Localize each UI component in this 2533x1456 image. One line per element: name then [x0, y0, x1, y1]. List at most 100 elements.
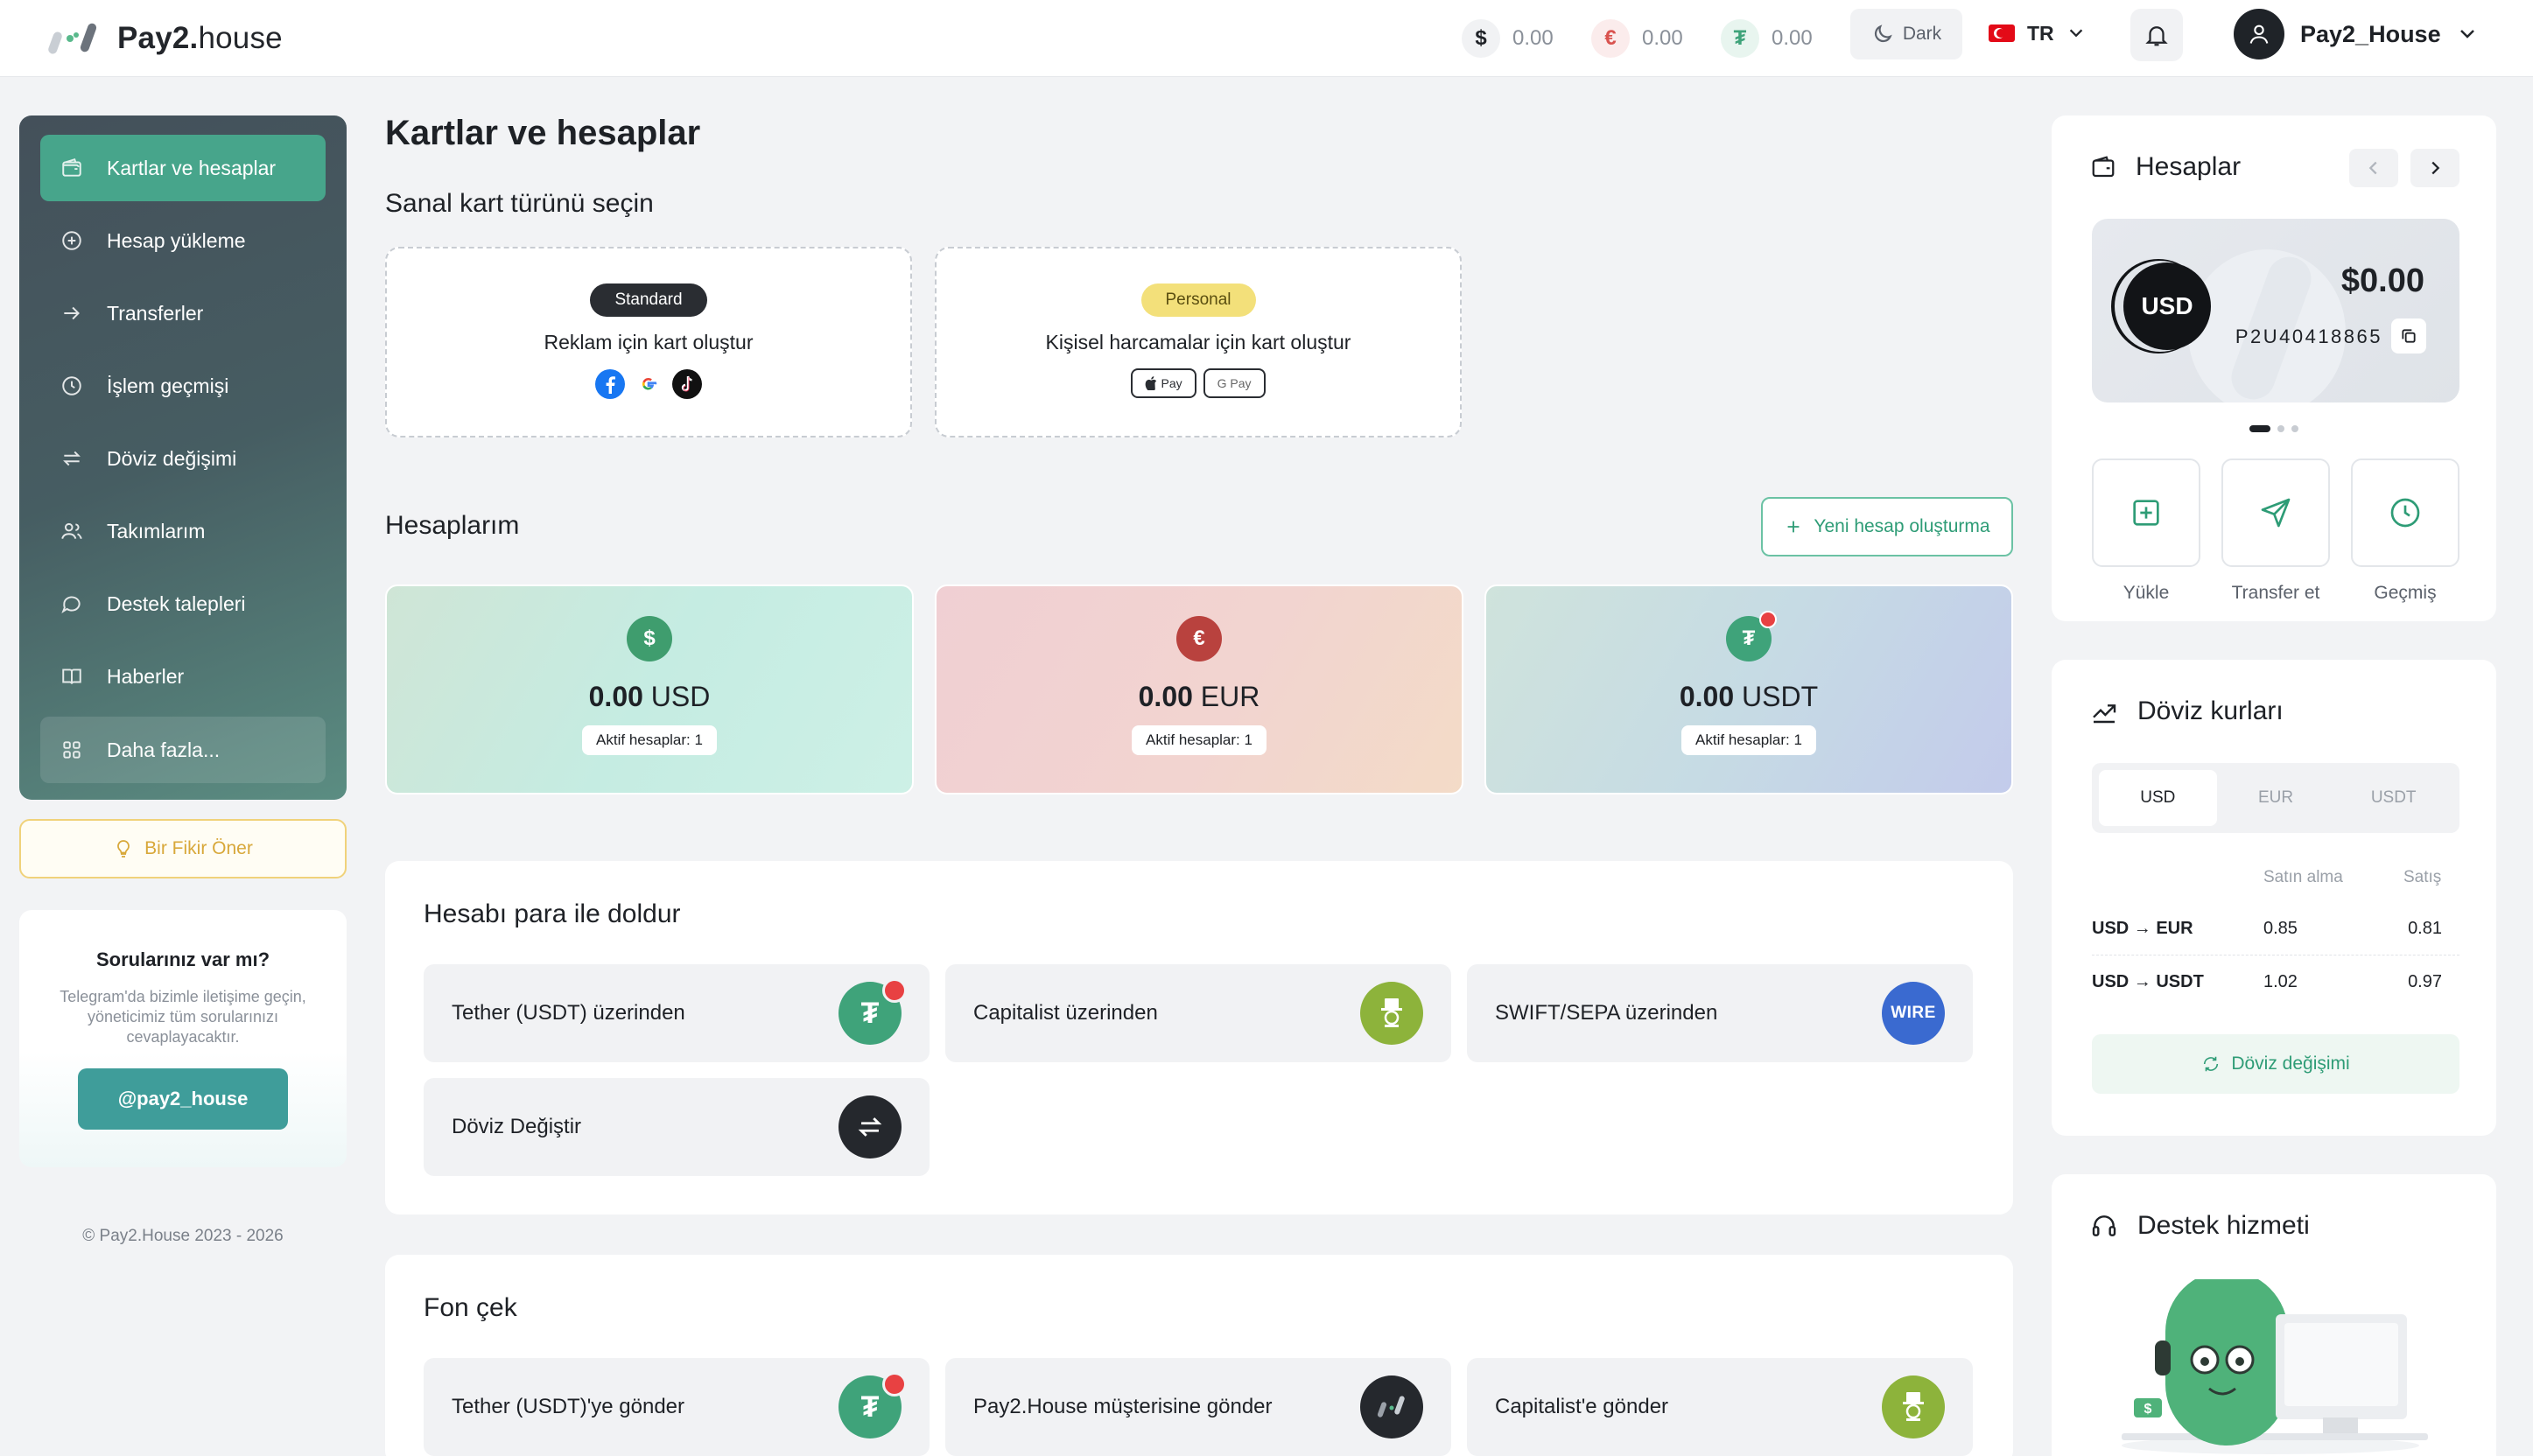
apple-pay-label: Pay — [1161, 376, 1182, 390]
sidebar-item-label: Hesap yükleme — [107, 228, 246, 252]
currency-tabs: USD EUR USDT — [2092, 763, 2459, 833]
bell-icon — [2145, 26, 2168, 46]
tether-icon: ₮ — [1721, 19, 1759, 58]
tether-icon: ₮ — [838, 1372, 907, 1438]
accounts-widget-title: Hesaplar — [2090, 152, 2241, 182]
capitalist-icon — [1882, 1376, 1945, 1438]
carousel-dot[interactable] — [2277, 425, 2284, 432]
standard-card-option[interactable]: Standard Reklam için kart oluştur — [385, 247, 912, 438]
pay2house-logo-icon — [1360, 1376, 1423, 1438]
sidebar-item-label: Destek talepleri — [107, 592, 246, 615]
capitalist-icon — [1360, 982, 1423, 1045]
help-card: Sorularınız var mı? Telegram'da bizimle … — [19, 910, 347, 1167]
transfer-action-label: Transfer et — [2231, 583, 2320, 603]
withdraw-capitalist-option[interactable]: Capitalist'e gönder — [1467, 1358, 1973, 1456]
sidebar-item-teams[interactable]: Takımlarım — [40, 498, 326, 564]
sidebar-item-more[interactable]: Daha fazla... — [40, 717, 326, 783]
google-icon — [634, 369, 663, 399]
sidebar-item-news[interactable]: Haberler — [40, 643, 326, 710]
ad-platform-icons — [387, 368, 910, 400]
moon-icon — [1874, 24, 1892, 43]
sidebar-item-transfers[interactable]: Transferler — [40, 280, 326, 346]
top-header: Pay2.house $ 0.00 € 0.00 ₮ 0.00 Dark TR … — [0, 0, 2533, 77]
sidebar-item-support[interactable]: Destek talepleri — [40, 570, 326, 637]
new-account-button[interactable]: Yeni hesap oluşturma — [1761, 497, 2013, 556]
sidebar-item-label: Takımlarım — [107, 519, 206, 542]
transfer-action-button[interactable] — [2221, 458, 2330, 567]
sidebar-item-cards-accounts[interactable]: Kartlar ve hesaplar — [40, 135, 326, 201]
page-title: Kartlar ve hesaplar — [385, 114, 701, 152]
trend-up-icon — [2093, 704, 2116, 724]
team-icon — [60, 519, 84, 543]
theme-toggle-button[interactable]: Dark — [1850, 9, 1962, 60]
tab-eur[interactable]: EUR — [2217, 770, 2335, 826]
topup-exchange-option[interactable]: Döviz Değiştir — [424, 1078, 930, 1176]
tab-usdt[interactable]: USDT — [2334, 770, 2452, 826]
user-menu[interactable]: Pay2_House — [2234, 7, 2478, 61]
prev-account-button[interactable] — [2349, 149, 2398, 187]
suggest-idea-label: Bir Fikir Öner — [144, 838, 253, 858]
tron-badge-icon — [1759, 611, 1777, 628]
topup-action-label: Yükle — [2123, 583, 2170, 603]
logo[interactable]: Pay2.house — [47, 14, 283, 63]
turkey-flag-icon — [1989, 24, 2015, 42]
chevron-down-icon — [2069, 29, 2082, 38]
sidebar-item-exchange[interactable]: Döviz değişimi — [40, 425, 326, 492]
account-amount: 0.00 USDT — [1679, 681, 1819, 712]
copy-account-id-button[interactable] — [2391, 318, 2426, 354]
carousel-dot[interactable] — [2249, 425, 2270, 432]
suggest-idea-button[interactable]: Bir Fikir Öner — [19, 819, 347, 878]
exchange-icon — [838, 1096, 902, 1158]
usd-account-card[interactable]: USD $0.00 P2U40418865 — [2092, 219, 2459, 402]
sidebar-item-topup[interactable]: Hesap yükleme — [40, 207, 326, 274]
notifications-button[interactable] — [2130, 9, 2183, 61]
sidebar-item-label: Döviz değişimi — [107, 446, 237, 470]
telegram-button[interactable]: @pay2_house — [78, 1068, 288, 1130]
tab-usd[interactable]: USD — [2099, 770, 2217, 826]
transfer-action[interactable]: Transfer et — [2221, 458, 2330, 604]
clock-icon — [2390, 498, 2420, 528]
balance-usd-value: 0.00 — [1512, 26, 1554, 50]
language-selector[interactable]: TR — [1989, 16, 2086, 51]
chevron-right-icon — [2431, 161, 2440, 175]
carousel-dot[interactable] — [2291, 425, 2298, 432]
card-type-title: Sanal kart türünü seçin — [385, 189, 654, 218]
chevron-down-icon — [2459, 30, 2474, 38]
send-icon — [2261, 498, 2291, 528]
grid-icon — [60, 738, 84, 762]
next-account-button[interactable] — [2410, 149, 2459, 187]
topup-usdt-option[interactable]: Tether (USDT) üzerinden ₮ — [424, 964, 930, 1062]
withdraw-pay2house-option[interactable]: Pay2.House müşterisine gönder — [945, 1358, 1451, 1456]
topup-action-button[interactable] — [2092, 458, 2200, 567]
account-card-eur[interactable]: € 0.00 EUR Aktif hesaplar: 1 — [935, 584, 1463, 794]
apple-pay-badge: Pay — [1131, 368, 1196, 398]
balance-usd: $ 0.00 — [1462, 16, 1554, 61]
user-icon — [2249, 24, 2269, 44]
logo-icon — [48, 23, 97, 54]
account-card-usdt[interactable]: ₮ 0.00 USDT Aktif hesaplar: 1 — [1484, 584, 2013, 794]
support-title: Destek hizmeti — [2090, 1211, 2310, 1241]
copyright: © Pay2.House 2023 - 2026 — [82, 1227, 284, 1245]
personal-card-option[interactable]: Personal Kişisel harcamalar için kart ol… — [935, 247, 1462, 438]
balance-usdt: ₮ 0.00 — [1721, 16, 1813, 61]
currency-exchange-button[interactable]: Döviz değişimi — [2092, 1034, 2459, 1094]
arrow-right-icon — [60, 301, 84, 326]
history-action-button[interactable] — [2351, 458, 2459, 567]
topup-action[interactable]: Yükle — [2092, 458, 2200, 604]
sidebar-item-label: Kartlar ve hesaplar — [107, 156, 277, 179]
new-account-label: Yeni hesap oluşturma — [1814, 516, 1990, 536]
account-card-usd[interactable]: $ 0.00 USD Aktif hesaplar: 1 — [385, 584, 914, 794]
withdraw-usdt-option[interactable]: Tether (USDT)'ye gönder ₮ — [424, 1358, 930, 1456]
history-action-label: Geçmiş — [2374, 583, 2437, 603]
topup-panel: Hesabı para ile doldur Tether (USDT) üze… — [385, 861, 2013, 1214]
history-action[interactable]: Geçmiş — [2351, 458, 2459, 604]
topup-capitalist-option[interactable]: Capitalist üzerinden — [945, 964, 1451, 1062]
sidebar-item-label: Haberler — [107, 664, 185, 688]
balance-usdt-value: 0.00 — [1772, 26, 1813, 50]
lightbulb-icon — [117, 840, 130, 858]
sidebar-item-history[interactable]: İşlem geçmişi — [40, 353, 326, 419]
topup-swift-option[interactable]: SWIFT/SEPA üzerinden WIRE — [1467, 964, 1973, 1062]
sidebar-item-label: Transferler — [107, 301, 204, 325]
avatar — [2234, 9, 2284, 60]
sidebar: Kartlar ve hesaplar Hesap yükleme Transf… — [19, 116, 347, 800]
